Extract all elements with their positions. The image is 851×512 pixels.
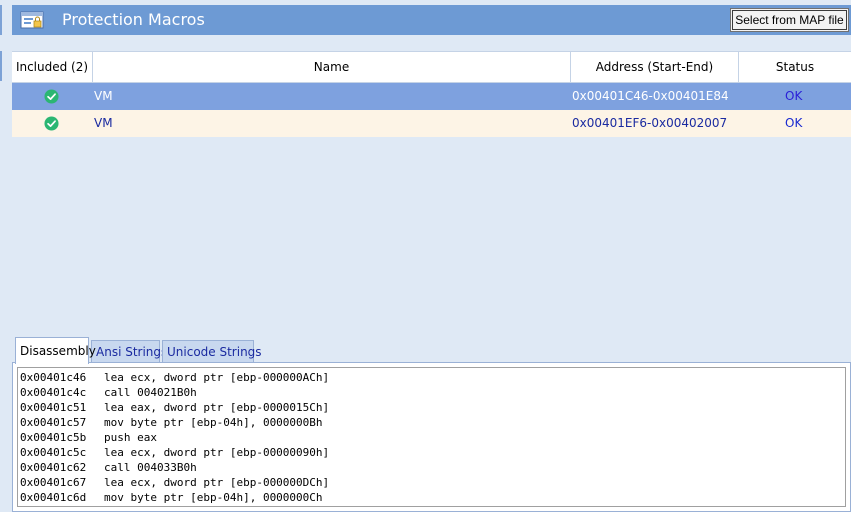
page-title: Protection Macros — [62, 10, 205, 29]
disassembly-panel: 0x00401c46 lea ecx, dword ptr [ebp-000000… — [12, 362, 851, 512]
macro-address: 0x00401C46-0x00401E84 — [572, 89, 729, 103]
code-line: 0x00401c57 mov byte ptr [ebp-04h], 000000… — [20, 416, 323, 429]
code-line: 0x00401c4c call 004021B0h — [20, 386, 197, 399]
code-line: 0x00401c46 lea ecx, dword ptr [ebp-000000… — [20, 371, 330, 384]
column-status[interactable]: Status — [738, 52, 851, 82]
macro-address: 0x00401EF6-0x00402007 — [572, 116, 728, 130]
window-edge — [0, 51, 2, 81]
macro-name: VM — [94, 89, 113, 103]
disassembly-listing[interactable]: 0x00401c46 lea ecx, dword ptr [ebp-000000… — [17, 367, 846, 507]
code-line: 0x00401c5c lea ecx, dword ptr [ebp-000000… — [20, 446, 330, 459]
protection-macros-icon — [20, 11, 44, 29]
macro-name: VM — [94, 116, 113, 130]
window-edge — [0, 5, 2, 35]
tab-disassembly[interactable]: Disassembly — [15, 337, 96, 364]
code-line: 0x00401c5b push eax — [20, 431, 157, 444]
macro-status: OK — [785, 116, 803, 130]
table-row[interactable]: VM 0x00401EF6-0x00402007 OK — [12, 110, 851, 137]
column-included[interactable]: Included (2) — [12, 52, 92, 82]
column-name[interactable]: Name — [92, 52, 570, 82]
code-line: 0x00401c6d mov byte ptr [ebp-04h], 000000… — [20, 491, 323, 504]
macro-status: OK — [785, 89, 803, 103]
code-line: 0x00401c67 lea ecx, dword ptr [ebp-000000… — [20, 476, 330, 489]
tab-ansi-strings[interactable]: Ansi Strings — [91, 340, 167, 362]
check-circle-icon[interactable] — [44, 89, 59, 104]
macros-table: Included (2) Name Address (Start-End) St… — [12, 51, 851, 137]
code-line: 0x00401c51 lea eax, dword ptr [ebp-000001… — [20, 401, 330, 414]
select-from-map-file-button[interactable]: Select from MAP file — [730, 8, 849, 32]
table-header: Included (2) Name Address (Start-End) St… — [12, 51, 851, 83]
column-address[interactable]: Address (Start-End) — [570, 52, 738, 82]
header-bar: Protection Macros Select from MAP file — [12, 5, 851, 35]
table-row[interactable]: VM 0x00401C46-0x00401E84 OK — [12, 83, 851, 110]
tab-unicode-strings[interactable]: Unicode Strings — [162, 340, 262, 362]
code-line: 0x00401c62 call 004033B0h — [20, 461, 197, 474]
check-circle-icon[interactable] — [44, 116, 59, 131]
